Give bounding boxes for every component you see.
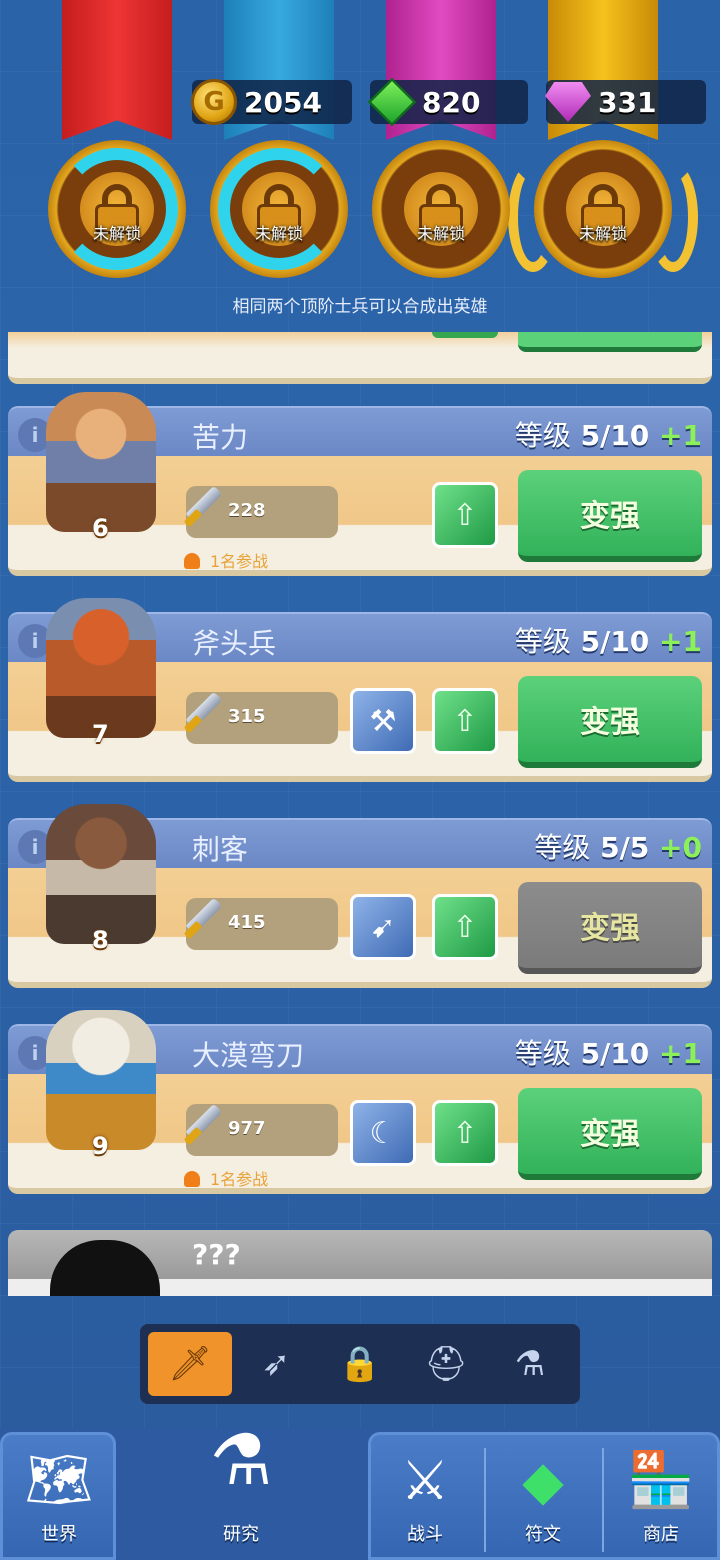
nav-divider (602, 1448, 604, 1552)
green-gem-icon (366, 76, 418, 128)
participants: 1名参战 (184, 548, 268, 572)
nav-research-label: 研究 (223, 1524, 259, 1545)
nav-divider (484, 1448, 486, 1552)
upgrade-button[interactable]: 变强 (518, 676, 702, 768)
purple-gem-icon (542, 76, 594, 128)
nav-battle-label: 战斗 (407, 1524, 443, 1545)
participants: 1名参战 (184, 1166, 268, 1190)
unit-portrait[interactable]: 9 (26, 1000, 176, 1170)
unit-portrait[interactable]: 8 (26, 794, 176, 964)
sword-icon (180, 486, 224, 530)
medal-status: 未解锁 (92, 224, 141, 243)
unit-card-partial (8, 332, 712, 384)
tab-arrow-icon[interactable]: ➶ (234, 1332, 318, 1396)
sword-icon (180, 898, 224, 942)
upgrade-button-disabled[interactable]: 变强 (518, 882, 702, 974)
unit-level: 等级 5/10 +1 (514, 419, 702, 452)
attack-stat: 415 (186, 898, 338, 950)
unit-card: i 大漠弯刀 等级 5/10 +1 977 1名参战 ☾ ⇧ 变强 9 (8, 1010, 712, 1194)
flask-icon: ⚗ (209, 1419, 273, 1501)
unit-name: 刺客 (192, 833, 249, 866)
unit-card: i 斧头兵 等级 5/10 +1 315 ⚒ ⇧ 变强 7 (8, 598, 712, 782)
axe-skill-icon[interactable]: ⚒ (350, 688, 416, 754)
ribbon-red (62, 0, 172, 140)
upgrade-skill-icon[interactable]: ⇧ (432, 482, 498, 548)
tab-sword-icon[interactable]: 🗡 (148, 1332, 232, 1396)
upgrade-button[interactable]: 变强 (518, 470, 702, 562)
merge-hint: 相同两个顶阶士兵可以合成出英雄 (232, 297, 488, 317)
dash-skill-icon[interactable]: ➹ (350, 894, 416, 960)
hero-medal-3[interactable]: 未解锁 (372, 140, 510, 278)
medal-status: 未解锁 (254, 224, 303, 243)
unit-level: 等级 5/10 +1 (514, 625, 702, 658)
person-icon (184, 553, 200, 569)
locked-unit-name: ??? (192, 1238, 241, 1271)
tab-lock-icon[interactable]: 🔒 (318, 1332, 402, 1396)
unit-level: 等级 5/10 +1 (514, 1037, 702, 1070)
crossed-swords-icon: ⚔ (400, 1448, 450, 1512)
person-icon (184, 1171, 200, 1187)
unit-list[interactable]: i 苦力 等级 5/10 +1 228 1名参战 ⇧ 变强 6 i 斧头兵 等级… (0, 332, 720, 1296)
locked-unit-card: ??? (8, 1230, 712, 1296)
attack-stat: 228 (186, 486, 338, 538)
green-gem-counter[interactable]: 820 (367, 77, 528, 127)
nav-runes[interactable]: ◆ 符文 (488, 1428, 598, 1556)
unit-card: i 苦力 等级 5/10 +1 228 1名参战 ⇧ 变强 6 (8, 392, 712, 576)
tab-flask-icon[interactable]: ⚗ (488, 1332, 572, 1396)
attack-stat: 315 (186, 692, 338, 744)
sword-icon (180, 1104, 224, 1148)
category-tabs: 🗡 ➶ 🔒 ⛑ ⚗ (140, 1324, 580, 1404)
nav-world-label: 世界 (41, 1524, 77, 1545)
upgrade-skill-icon[interactable]: ⇧ (432, 688, 498, 754)
upgrade-button[interactable]: 变强 (518, 1088, 702, 1180)
unit-level: 等级 5/5 +0 (534, 831, 702, 864)
hero-medal-1[interactable]: 未解锁 (48, 140, 186, 278)
sword-icon (180, 692, 224, 736)
nav-runes-label: 符文 (525, 1524, 561, 1545)
locked-unit-silhouette (50, 1240, 160, 1296)
attack-stat: 977 (186, 1104, 338, 1156)
unit-name: 斧头兵 (192, 627, 277, 660)
nav-world[interactable]: 🗺 世界 (4, 1428, 114, 1556)
nav-research[interactable]: ⚗ 研究 (186, 1410, 296, 1556)
unit-name: 大漠弯刀 (192, 1039, 305, 1072)
shop-icon: 🏪 (627, 1448, 695, 1511)
hero-medal-2[interactable]: 未解锁 (210, 140, 348, 278)
unit-name: 苦力 (192, 421, 249, 454)
nav-battle[interactable]: ⚔ 战斗 (370, 1428, 480, 1556)
medal-status: 未解锁 (578, 224, 627, 243)
upgrade-skill-icon[interactable]: ⇧ (432, 1100, 498, 1166)
gold-coin-icon: G (188, 76, 240, 128)
unit-portrait[interactable]: 7 (26, 588, 176, 758)
nav-shop-label: 商店 (643, 1524, 679, 1545)
tab-helmet-icon[interactable]: ⛑ (404, 1332, 488, 1396)
gold-counter[interactable]: G 2054 (191, 79, 352, 125)
medal-status: 未解锁 (416, 224, 465, 243)
unit-portrait[interactable]: 6 (26, 382, 176, 552)
hero-medal-4[interactable]: 未解锁 (534, 140, 672, 278)
nav-shop[interactable]: 🏪 商店 (606, 1428, 716, 1556)
scimitar-skill-icon[interactable]: ☾ (350, 1100, 416, 1166)
unit-card: i 刺客 等级 5/5 +0 415 ➹ ⇧ 变强 8 (8, 804, 712, 988)
purple-gem-counter[interactable]: 331 (545, 80, 706, 124)
rune-gem-icon: ◆ (522, 1448, 564, 1512)
map-icon: 🗺 (24, 1448, 94, 1511)
upgrade-skill-icon[interactable]: ⇧ (432, 894, 498, 960)
